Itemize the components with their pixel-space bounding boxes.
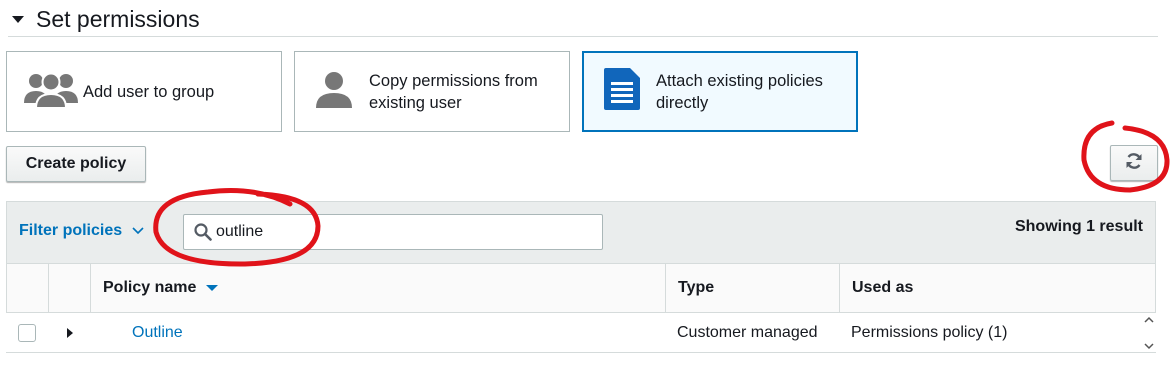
option-label: Copy permissions from existing user — [369, 70, 538, 114]
chevron-down-icon — [132, 222, 144, 240]
option-add-user-to-group[interactable]: Add user to group — [6, 51, 282, 132]
option-copy-permissions[interactable]: Copy permissions from existing user — [294, 51, 570, 132]
create-policy-button[interactable]: Create policy — [6, 146, 146, 182]
option-label: Add user to group — [83, 82, 215, 101]
expand-row-cell — [66, 313, 74, 353]
option-label-line1: Attach existing policies — [656, 71, 823, 90]
users-group-icon — [23, 69, 79, 114]
table-scrollbar[interactable] — [1142, 313, 1156, 353]
search-input[interactable] — [212, 223, 576, 241]
column-header-label: Policy name — [103, 279, 197, 296]
option-label-line1: Copy permissions from — [369, 71, 538, 90]
column-header-type[interactable]: Type — [666, 264, 840, 312]
refresh-icon — [1125, 152, 1143, 175]
sort-desc-icon — [206, 284, 219, 292]
table-toolbar: Filter policies Showing 1 result — [6, 201, 1156, 263]
column-header-used-as[interactable]: Used as — [840, 264, 1155, 312]
option-attach-policies[interactable]: Attach existing policies directly — [582, 51, 858, 132]
policy-type-cell: Customer managed — [677, 324, 818, 341]
row-checkbox-cell — [18, 313, 36, 353]
header-expand-column — [49, 264, 91, 312]
table-row[interactable]: Outline Customer managed Permissions pol… — [6, 313, 1156, 353]
header-select-column — [7, 264, 49, 312]
option-label-line2: directly — [656, 93, 709, 112]
user-icon — [315, 70, 353, 113]
policy-used-as-cell: Permissions policy (1) — [851, 324, 1008, 341]
option-label-line2: existing user — [369, 93, 462, 112]
caret-right-icon[interactable] — [66, 327, 74, 339]
search-icon — [194, 223, 212, 241]
refresh-button[interactable] — [1110, 145, 1158, 181]
option-label: Attach existing policies directly — [656, 70, 823, 114]
row-checkbox[interactable] — [18, 324, 36, 342]
column-header-label: Used as — [852, 279, 914, 296]
policy-name-link[interactable]: Outline — [132, 324, 183, 342]
search-box[interactable] — [183, 214, 603, 250]
filter-policies-dropdown[interactable]: Filter policies — [19, 222, 144, 240]
section-title: Set permissions — [36, 5, 200, 32]
document-icon — [604, 68, 640, 115]
section-header[interactable]: Set permissions — [8, 2, 1158, 37]
column-header-policy-name[interactable]: Policy name — [91, 264, 666, 312]
column-header-label: Type — [678, 279, 715, 296]
policies-table: Filter policies Showing 1 result Policy … — [6, 201, 1156, 353]
create-policy-label: Create policy — [25, 155, 127, 172]
table-header: Policy name Type Used as — [6, 263, 1156, 313]
caret-down-icon[interactable] — [12, 15, 24, 23]
filter-policies-label: Filter policies — [19, 222, 123, 239]
result-count: Showing 1 result — [1014, 218, 1143, 235]
policy-name-cell: Outline — [132, 313, 183, 353]
